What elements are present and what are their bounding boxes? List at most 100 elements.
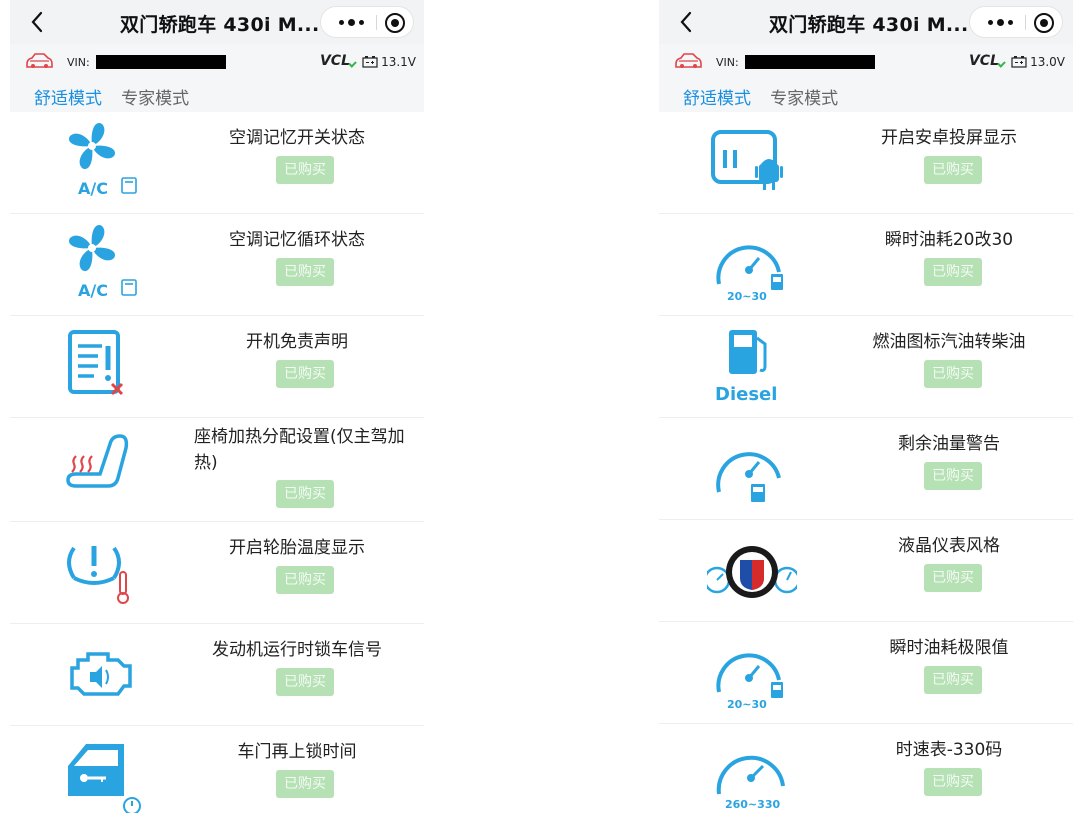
feature-name: 燃油图标汽油转柴油	[872, 332, 1026, 352]
purchased-button[interactable]: 已购买	[924, 156, 982, 184]
vcl-status: VCL	[319, 53, 350, 69]
more-menu-button[interactable]	[981, 7, 1019, 37]
list-item[interactable]: 开启轮胎温度显示 已购买	[10, 522, 424, 624]
vin-redacted	[745, 55, 875, 69]
tab-expert-mode[interactable]: 专家模式	[121, 84, 189, 109]
list-item[interactable]: 20~30 瞬时油耗极限值 已购买	[659, 622, 1073, 724]
purchased-button[interactable]: 已购买	[276, 360, 334, 388]
fuel-gauge-icon: 20~30	[707, 630, 797, 714]
engine-sound-icon	[58, 632, 148, 716]
list-item[interactable]: 20~30 瞬时油耗20改30 已购买	[659, 214, 1073, 316]
capsule-divider	[1025, 15, 1026, 30]
chevron-left-icon	[31, 11, 43, 33]
list-item[interactable]: 260~330 时速表-330码 已购买	[659, 724, 1073, 813]
purchased-button[interactable]: 已购买	[924, 258, 982, 286]
back-button[interactable]	[673, 8, 699, 36]
feature-name: 时速表-330码	[895, 740, 1003, 760]
purchased-button[interactable]: 已购买	[924, 462, 982, 490]
fuel-gauge-icon	[707, 426, 797, 510]
purchased-button[interactable]: 已购买	[924, 360, 982, 388]
vin-label: VIN:	[716, 56, 739, 69]
back-button[interactable]	[24, 8, 50, 36]
seat-heating-icon	[58, 426, 148, 510]
ac-fan-memory-icon: A/C	[58, 120, 148, 204]
door-key-timer-icon	[58, 734, 148, 813]
tab-comfort-mode[interactable]: 舒适模式	[683, 84, 751, 109]
purchased-button[interactable]: 已购买	[276, 566, 334, 594]
feature-name: 液晶仪表风格	[898, 536, 1000, 556]
mode-tabs: 舒适模式 专家模式	[34, 84, 203, 112]
vehicle-info-bar: VIN: VCL 13.0V	[659, 46, 1073, 76]
svg-text:A/C: A/C	[78, 179, 108, 198]
purchased-button[interactable]: 已购买	[276, 156, 334, 184]
android-screen-cast-icon	[707, 120, 797, 204]
page-title: 双门轿跑车 430i M...	[120, 14, 320, 36]
disclaimer-document-icon	[58, 324, 148, 408]
list-item[interactable]: 开机免责声明 已购买	[10, 316, 424, 418]
purchased-button[interactable]: 已购买	[276, 668, 334, 696]
vehicle-info-bar: VIN: VCL 13.1V	[10, 46, 424, 76]
list-item[interactable]: 发动机运行时锁车信号 已购买	[10, 624, 424, 726]
nav-bar: 双门轿跑车 430i M...	[659, 0, 1073, 44]
close-program-button[interactable]	[1034, 13, 1054, 33]
feature-list: 开启安卓投屏显示 已购买 20~30 瞬时油耗20改30 已购买 Diesel …	[659, 112, 1073, 813]
mini-program-capsule	[969, 6, 1063, 38]
alpina-cluster-icon	[703, 528, 801, 612]
page-title: 双门轿跑车 430i M...	[769, 14, 969, 36]
feature-name: 发动机运行时锁车信号	[212, 640, 382, 660]
speedometer-icon: 260~330	[707, 732, 797, 813]
mini-program-capsule	[320, 6, 414, 38]
list-item[interactable]: 液晶仪表风格 已购买	[659, 520, 1073, 622]
car-icon	[675, 53, 702, 68]
feature-name: 瞬时油耗20改30	[884, 230, 1014, 250]
ac-fan-memory-icon: A/C	[58, 222, 148, 306]
screen-left: 双门轿跑车 430i M... VIN: VCL 13.1V 舒适模式 专家模式	[10, 0, 424, 813]
list-item[interactable]: A/C 空调记忆开关状态 已购买	[10, 112, 424, 214]
list-item[interactable]: 座椅加热分配设置(仅主驾加热) 已购买	[10, 418, 424, 522]
list-item[interactable]: 车门再上锁时间 已购买	[10, 726, 424, 813]
feature-name: 空调记忆循环状态	[229, 230, 365, 250]
purchased-button[interactable]: 已购买	[276, 258, 334, 286]
svg-text:260~330: 260~330	[725, 798, 780, 811]
svg-text:20~30: 20~30	[727, 290, 767, 303]
list-item[interactable]: 剩余油量警告 已购买	[659, 418, 1073, 520]
close-program-button[interactable]	[385, 13, 405, 33]
battery-voltage: 13.0V	[1030, 55, 1065, 69]
list-item[interactable]: 开启安卓投屏显示 已购买	[659, 112, 1073, 214]
battery-icon	[1011, 56, 1027, 68]
purchased-button[interactable]: 已购买	[924, 564, 982, 592]
tab-expert-mode[interactable]: 专家模式	[770, 84, 838, 109]
vcl-status: VCL	[968, 53, 999, 69]
feature-list: A/C 空调记忆开关状态 已购买 A/C 空调记忆循环状态 已购买 开机免责声明…	[10, 112, 424, 813]
chevron-left-icon	[680, 11, 692, 33]
feature-name: 车门再上锁时间	[237, 742, 357, 762]
diesel-pump-icon: Diesel	[707, 324, 797, 408]
feature-name: 开启安卓投屏显示	[881, 128, 1017, 148]
vin-label: VIN:	[67, 56, 90, 69]
svg-text:A/C: A/C	[78, 281, 108, 300]
svg-text:Diesel: Diesel	[715, 384, 777, 405]
vin-redacted	[96, 55, 226, 69]
svg-text:20~30: 20~30	[727, 698, 767, 711]
purchased-button[interactable]: 已购买	[276, 480, 334, 508]
tab-comfort-mode[interactable]: 舒适模式	[34, 84, 102, 109]
feature-name: 空调记忆开关状态	[229, 128, 365, 148]
purchased-button[interactable]: 已购买	[924, 768, 982, 796]
screen-right: 双门轿跑车 430i M... VIN: VCL 13.0V 舒适模式 专家模式	[659, 0, 1073, 813]
feature-name: 剩余油量警告	[898, 434, 1000, 454]
list-item[interactable]: Diesel 燃油图标汽油转柴油 已购买	[659, 316, 1073, 418]
fuel-gauge-icon: 20~30	[707, 222, 797, 306]
purchased-button[interactable]: 已购买	[924, 666, 982, 694]
car-icon	[26, 53, 53, 68]
list-item[interactable]: A/C 空调记忆循环状态 已购买	[10, 214, 424, 316]
feature-name: 开启轮胎温度显示	[229, 538, 365, 558]
mode-tabs: 舒适模式 专家模式	[683, 84, 852, 112]
battery-icon	[362, 56, 378, 68]
more-menu-button[interactable]	[332, 7, 370, 37]
tire-temperature-icon	[58, 530, 148, 614]
purchased-button[interactable]: 已购买	[276, 770, 334, 798]
battery-voltage: 13.1V	[381, 55, 416, 69]
feature-name: 瞬时油耗极限值	[889, 638, 1009, 658]
nav-bar: 双门轿跑车 430i M...	[10, 0, 424, 44]
feature-name: 开机免责声明	[246, 332, 348, 352]
